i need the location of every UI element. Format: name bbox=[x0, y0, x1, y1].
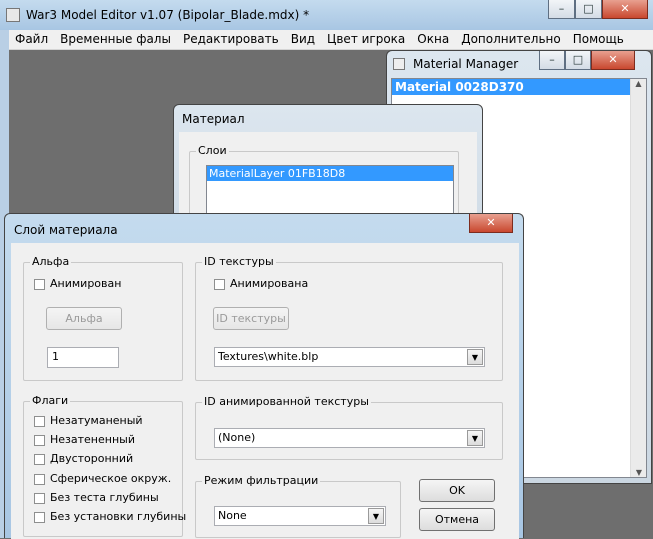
alpha-value-input[interactable]: 1 bbox=[47, 347, 119, 368]
cancel-button[interactable]: Отмена bbox=[419, 508, 495, 531]
main-maximize-button[interactable]: □ bbox=[575, 0, 602, 19]
main-window-title: War3 Model Editor v1.07 (Bipolar_Blade.m… bbox=[26, 8, 310, 22]
material-manager-title: Material Manager bbox=[413, 57, 519, 71]
texture-animated-label: Анимирована bbox=[230, 277, 309, 290]
scroll-down-icon[interactable]: ▼ bbox=[631, 468, 647, 477]
menu-file[interactable]: Файл bbox=[9, 30, 54, 48]
flag-label: Незатененный bbox=[50, 433, 135, 446]
texture-animated-checkbox[interactable]: Анимирована bbox=[214, 277, 308, 290]
material-window-title: Материал bbox=[182, 112, 245, 126]
material-manager-icon bbox=[393, 58, 405, 70]
chevron-down-icon[interactable]: ▼ bbox=[467, 430, 483, 446]
alpha-animated-label: Анимирован bbox=[50, 277, 122, 290]
layer-dialog-title: Слой материала bbox=[14, 223, 118, 237]
mm-maximize-button[interactable]: □ bbox=[565, 51, 591, 70]
flags-group: Флаги Незатуманеный Незатененный Двустор… bbox=[23, 394, 186, 537]
flag-label: Двусторонний bbox=[50, 452, 134, 465]
checkbox-icon bbox=[214, 278, 225, 290]
texture-select-value: Textures\white.blp bbox=[218, 350, 319, 363]
main-menubar: Файл Временные фалы Редактировать Вид Цвет и… bbox=[9, 30, 653, 50]
mm-close-button[interactable]: ✕ bbox=[591, 51, 635, 70]
animated-texture-select[interactable]: (None) ▼ bbox=[214, 428, 485, 448]
animated-texture-label: ID анимированной текстуры bbox=[202, 395, 371, 408]
flag-label: Без установки глубины bbox=[50, 510, 187, 523]
flag-label: Незатуманеный bbox=[50, 414, 143, 427]
main-close-button[interactable]: ✕ bbox=[602, 0, 648, 19]
filter-mode-select-value: None bbox=[218, 509, 247, 522]
checkbox-icon bbox=[34, 415, 45, 427]
filter-mode-select[interactable]: None ▼ bbox=[214, 506, 386, 526]
flag-label: Без теста глубины bbox=[50, 491, 159, 504]
app-icon bbox=[6, 8, 20, 22]
menu-team-color[interactable]: Цвет игрока bbox=[321, 30, 411, 48]
flag-two-sided-checkbox[interactable]: Двусторонний bbox=[34, 452, 133, 465]
chevron-down-icon[interactable]: ▼ bbox=[368, 508, 384, 524]
flag-sphere-env-checkbox[interactable]: Сферическое окруж. bbox=[34, 472, 171, 485]
texture-select[interactable]: Textures\white.blp ▼ bbox=[214, 347, 485, 367]
menu-view[interactable]: Вид bbox=[285, 30, 321, 48]
animated-texture-group: ID анимированной текстуры (None) ▼ bbox=[195, 395, 503, 460]
dialog-close-button[interactable]: ✕ bbox=[469, 214, 513, 233]
alpha-label: Альфа bbox=[30, 255, 72, 268]
checkbox-icon bbox=[34, 492, 45, 504]
filter-mode-group: Режим фильтрации None ▼ bbox=[195, 474, 401, 538]
layer-dialog-client: Альфа Анимирован Альфа 1 ID текстуры Ани… bbox=[11, 243, 519, 539]
menu-temp-files[interactable]: Временные фалы bbox=[54, 30, 177, 48]
menu-edit[interactable]: Редактировать bbox=[177, 30, 285, 48]
alpha-group: Альфа Анимирован Альфа 1 bbox=[23, 255, 183, 381]
menu-extra[interactable]: Дополнительно bbox=[455, 30, 567, 48]
ok-button[interactable]: OK bbox=[419, 479, 495, 502]
checkbox-icon bbox=[34, 278, 45, 290]
flag-unfogged-checkbox[interactable]: Незатуманеный bbox=[34, 414, 143, 427]
main-title-bar: War3 Model Editor v1.07 (Bipolar_Blade.m… bbox=[0, 0, 653, 30]
checkbox-icon bbox=[34, 511, 45, 523]
checkbox-icon bbox=[34, 453, 45, 465]
texture-id-button[interactable]: ID текстуры bbox=[213, 307, 289, 330]
material-list-scrollbar[interactable]: ▲ ▼ bbox=[630, 79, 646, 477]
texture-id-group: ID текстуры Анимирована ID текстуры Text… bbox=[195, 255, 503, 381]
layer-dialog: Слой материала ✕ Альфа Анимирован Альфа … bbox=[4, 213, 524, 539]
flag-no-depth-test-checkbox[interactable]: Без теста глубины bbox=[34, 491, 159, 504]
alpha-animated-checkbox[interactable]: Анимирован bbox=[34, 277, 121, 290]
flags-label: Флаги bbox=[30, 394, 71, 407]
material-list-item[interactable]: Material 0028D370 bbox=[392, 79, 646, 95]
main-minimize-button[interactable]: – bbox=[548, 0, 575, 19]
layer-list-item[interactable]: MaterialLayer 01FB18D8 bbox=[207, 166, 453, 181]
texture-id-label: ID текстуры bbox=[202, 255, 276, 268]
filter-mode-label: Режим фильтрации bbox=[202, 474, 321, 487]
flag-label: Сферическое окруж. bbox=[50, 472, 172, 485]
menu-windows[interactable]: Окна bbox=[411, 30, 455, 48]
layers-label: Слои bbox=[196, 144, 229, 157]
mm-minimize-button[interactable]: – bbox=[539, 51, 565, 70]
chevron-down-icon[interactable]: ▼ bbox=[467, 349, 483, 365]
alpha-button[interactable]: Альфа bbox=[46, 307, 122, 330]
flag-unshaded-checkbox[interactable]: Незатененный bbox=[34, 433, 135, 446]
scroll-up-icon[interactable]: ▲ bbox=[631, 79, 646, 88]
menu-help[interactable]: Помощь bbox=[567, 30, 630, 48]
flag-no-depth-set-checkbox[interactable]: Без установки глубины bbox=[34, 510, 186, 523]
animated-texture-select-value: (None) bbox=[218, 431, 256, 444]
checkbox-icon bbox=[34, 473, 45, 485]
checkbox-icon bbox=[34, 434, 45, 446]
